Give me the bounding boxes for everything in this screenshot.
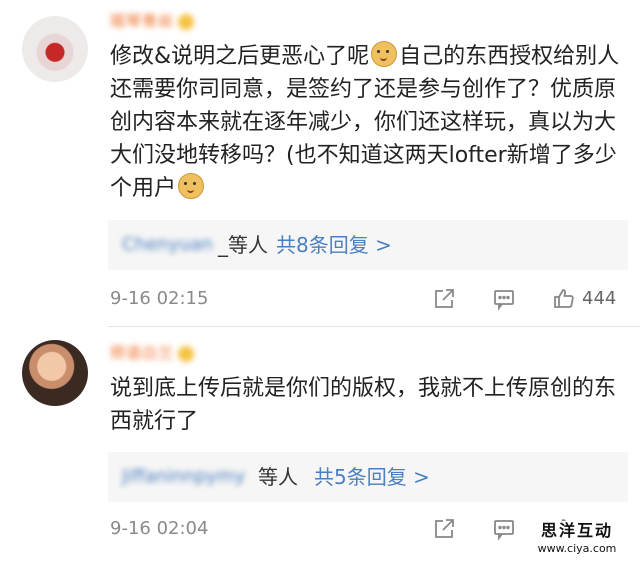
comment-2: 师语白兰 说到底上传后就是你们的版权，我就不上传原创的东西就行了 Jiffani… — [0, 0, 640, 567]
timestamp: 9-16 02:04 — [110, 518, 209, 539]
comment-icon[interactable] — [492, 517, 516, 541]
avatar[interactable] — [22, 340, 88, 406]
username[interactable]: 师语白兰 — [110, 342, 195, 362]
watermark-url: www.ciya.com — [537, 542, 617, 555]
reply-summary[interactable]: Jiffaninnpymy 等人 共5条回复 > — [108, 452, 628, 502]
comment-text: 说到底上传后就是你们的版权，我就不上传原创的东西就行了 — [110, 376, 617, 434]
site-watermark: 思洋互动 www.ciya.com — [536, 521, 618, 561]
share-icon[interactable] — [432, 517, 456, 541]
watermark-title: 思洋互动 — [540, 521, 613, 540]
reply-others-label: 等人 — [258, 465, 298, 489]
reply-count-link[interactable]: 共5条回复 > — [314, 452, 430, 502]
vip-badge-icon — [178, 345, 195, 362]
reply-users[interactable]: Jiffaninnpymy — [122, 452, 245, 502]
